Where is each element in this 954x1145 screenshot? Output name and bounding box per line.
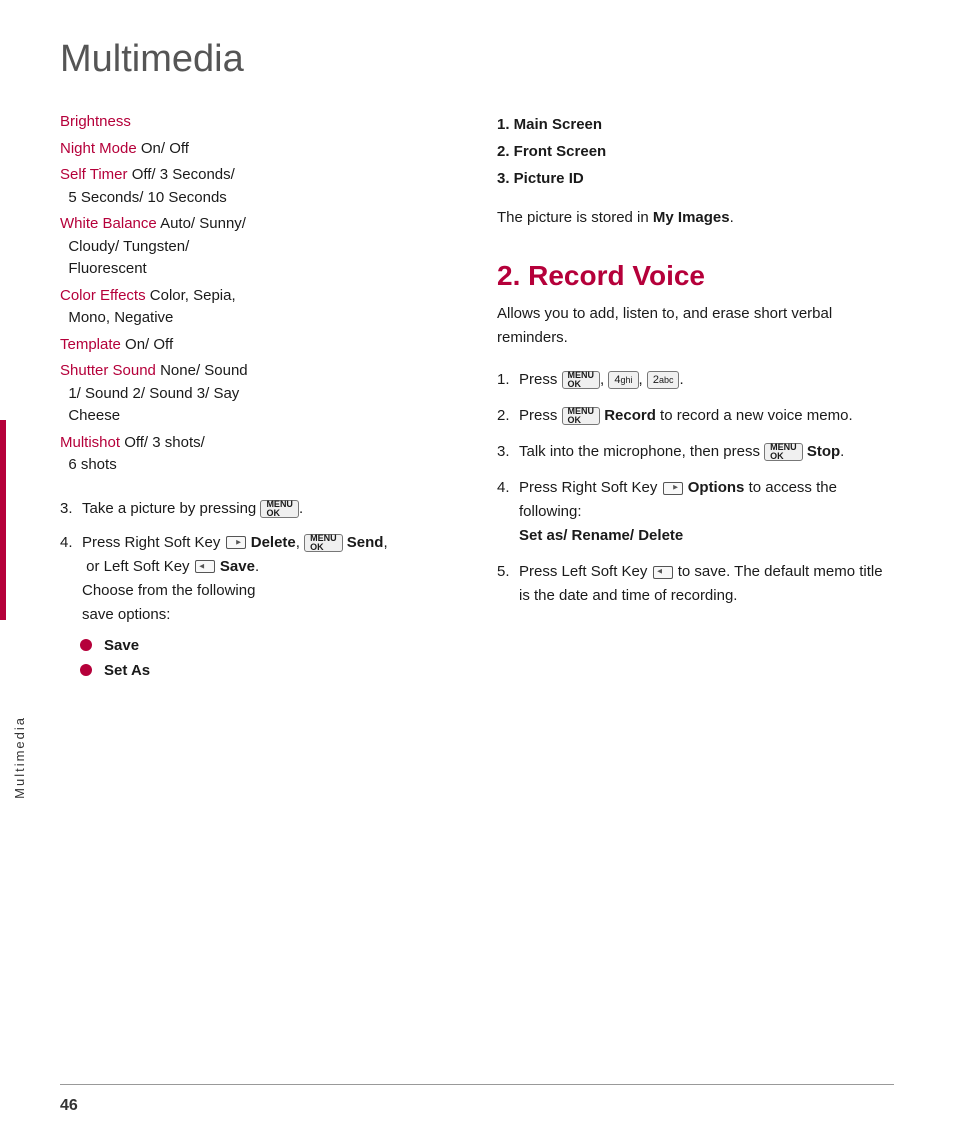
step-3-content: Take a picture by pressing MENUOK . — [82, 497, 457, 521]
right-step-5: 5. Press Left Soft Key ◄ to save. The de… — [497, 560, 894, 608]
sidebar-label-container: Multimedia — [0, 450, 38, 1065]
stored-text-prefix: The picture is stored in — [497, 209, 653, 226]
setting-self-timer: Self Timer Off/ 3 Seconds/ 5 Seconds/ 10… — [60, 164, 457, 209]
step-4-content: Press Right Soft Key ► Delete, MENUOK Se… — [82, 531, 457, 627]
set-as-label: Set as/ Rename/ Delete — [519, 527, 683, 544]
setting-value-template: On/ Off — [125, 336, 173, 353]
menu-key-icon-3: MENUOK — [260, 500, 299, 518]
key-2abc: 2 abc — [647, 371, 680, 389]
right-list-item-3: 3. Picture ID — [497, 165, 894, 192]
stop-label: Stop — [807, 443, 840, 460]
step-4-number: 4. — [60, 531, 82, 555]
right-step-3: 3. Talk into the microphone, then press … — [497, 440, 894, 464]
page-container: Multimedia Multimedia Brightness Night M… — [0, 0, 954, 1145]
right-step-1-content: Press MENUOK , 4 ghi, 2 abc. — [519, 368, 894, 392]
bullet-dot-save — [80, 639, 92, 651]
bullet-save: Save — [80, 637, 457, 654]
section-2-desc: Allows you to add, listen to, and erase … — [497, 302, 894, 350]
record-label: Record — [604, 407, 656, 424]
right-step-3-number: 3. — [497, 440, 519, 464]
content-area: Brightness Night Mode On/ Off Self Timer… — [0, 101, 954, 1145]
left-column: Brightness Night Mode On/ Off Self Timer… — [60, 101, 457, 1145]
setting-night-mode: Night Mode On/ Off — [60, 138, 457, 161]
setting-template: Template On/ Off — [60, 334, 457, 357]
setting-label-shutter-sound: Shutter Sound — [60, 362, 156, 379]
right-step-1: 1. Press MENUOK , 4 ghi, 2 abc. — [497, 368, 894, 392]
right-list-item-1: 1. Main Screen — [497, 111, 894, 138]
settings-list: Brightness Night Mode On/ Off Self Timer… — [60, 111, 457, 477]
page-title: Multimedia — [0, 0, 954, 101]
page-number: 46 — [60, 1097, 78, 1115]
step-4-delete: Delete — [251, 534, 296, 551]
right-step-2-number: 2. — [497, 404, 519, 428]
bullet-set-as: Set As — [80, 662, 457, 679]
setting-label-multishot: Multishot — [60, 434, 120, 451]
menu-key-3: MENUOK — [764, 443, 803, 461]
setting-brightness: Brightness — [60, 111, 457, 134]
setting-label-template: Template — [60, 336, 121, 353]
menu-key-icon-4: MENUOK — [304, 534, 343, 552]
setting-label-white-balance: White Balance — [60, 215, 157, 232]
right-step-4-number: 4. — [497, 476, 519, 500]
key-4ghi: 4 ghi — [608, 371, 638, 389]
setting-shutter-sound: Shutter Sound None/ Sound 1/ Sound 2/ So… — [60, 360, 457, 428]
right-step-2: 2. Press MENUOK Record to record a new v… — [497, 404, 894, 428]
right-step-3-content: Talk into the microphone, then press MEN… — [519, 440, 894, 464]
step-3: 3. Take a picture by pressing MENUOK . — [60, 497, 457, 521]
right-step-2-content: Press MENUOK Record to record a new voic… — [519, 404, 894, 428]
setting-multishot: Multishot Off/ 3 shots/ 6 shots — [60, 432, 457, 477]
setting-label-self-timer: Self Timer — [60, 166, 128, 183]
step-4-save: Save — [220, 558, 255, 575]
menu-key-2: MENUOK — [562, 407, 601, 425]
bullet-list: Save Set As — [80, 637, 457, 679]
right-list-item-2: 2. Front Screen — [497, 138, 894, 165]
setting-label-color-effects: Color Effects — [60, 287, 146, 304]
right-column: 1. Main Screen 2. Front Screen 3. Pictur… — [497, 101, 894, 1145]
stored-text-bold: My Images — [653, 209, 730, 226]
right-step-5-number: 5. — [497, 560, 519, 584]
right-numbered-list: 1. Main Screen 2. Front Screen 3. Pictur… — [497, 111, 894, 192]
setting-white-balance: White Balance Auto/ Sunny/ Cloudy/ Tungs… — [60, 213, 457, 281]
right-step-4-content: Press Right Soft Key ► Options to access… — [519, 476, 894, 548]
sidebar-label: Multimedia — [12, 716, 27, 799]
stored-text-suffix: . — [730, 209, 734, 226]
bullet-label-save: Save — [104, 637, 139, 654]
setting-label-brightness: Brightness — [60, 113, 131, 130]
section-2-heading: 2. Record Voice — [497, 260, 894, 292]
stored-text: The picture is stored in My Images. — [497, 206, 894, 230]
bullet-dot-set-as — [80, 664, 92, 676]
setting-label-night-mode: Night Mode — [60, 140, 137, 157]
step-3-number: 3. — [60, 497, 82, 521]
setting-color-effects: Color Effects Color, Sepia, Mono, Negati… — [60, 285, 457, 330]
menu-key-1: MENUOK — [562, 371, 601, 389]
options-label: Options — [688, 479, 745, 496]
page-divider — [60, 1084, 894, 1085]
right-step-1-number: 1. — [497, 368, 519, 392]
bullet-label-set-as: Set As — [104, 662, 150, 679]
setting-value-night-mode: On/ Off — [141, 140, 189, 157]
step-4-send: Send — [347, 534, 384, 551]
right-step-4: 4. Press Right Soft Key ► Options to acc… — [497, 476, 894, 548]
step-4: 4. Press Right Soft Key ► Delete, MENUOK… — [60, 531, 457, 627]
right-step-5-content: Press Left Soft Key ◄ to save. The defau… — [519, 560, 894, 608]
